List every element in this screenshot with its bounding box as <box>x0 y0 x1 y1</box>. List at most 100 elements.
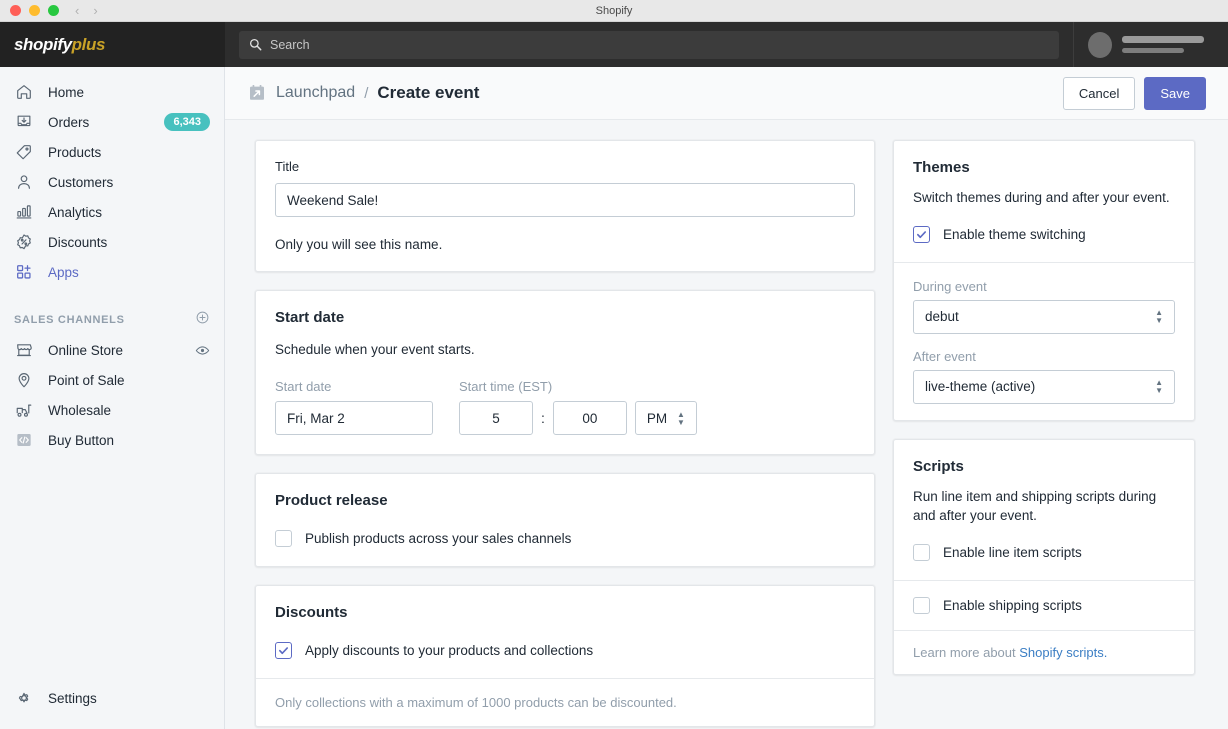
scripts-title: Scripts <box>913 457 964 475</box>
customers-person-icon <box>14 172 34 192</box>
sales-channels-nav: Online Store Point of Sale Wholesale Buy… <box>0 335 224 455</box>
publish-products-label: Publish products across your sales chann… <box>305 531 572 546</box>
publish-products-checkbox-row[interactable]: Publish products across your sales chann… <box>275 530 855 547</box>
discounts-percent-icon <box>14 232 34 252</box>
during-event-value: debut <box>925 309 959 325</box>
search-placeholder-text: Search <box>270 37 310 52</box>
sidebar-item-label: Settings <box>48 690 97 706</box>
sidebar: Home Orders 6,343 Products Customers Ana… <box>0 67 225 729</box>
start-date-input[interactable]: Fri, Mar 2 <box>275 401 433 435</box>
start-hour-input[interactable]: 5 <box>459 401 533 435</box>
apply-discounts-label: Apply discounts to your products and col… <box>305 643 594 658</box>
shipping-scripts-section: Enable shipping scripts <box>894 581 1194 630</box>
buy-button-code-icon <box>14 430 34 450</box>
checkmark-icon <box>279 647 288 655</box>
sidebar-item-discounts[interactable]: Discounts <box>0 227 224 257</box>
scripts-card: Scripts Run line item and shipping scrip… <box>893 438 1195 675</box>
products-tag-icon <box>14 142 34 162</box>
breadcrumb: Launchpad / Create event <box>247 83 479 103</box>
scripts-description: Run line item and shipping scripts durin… <box>913 488 1157 524</box>
stepper-arrows-icon: ▲ ▼ <box>1155 378 1163 396</box>
sidebar-item-label: Buy Button <box>48 432 115 448</box>
window-titlebar: ‹ › Shopify <box>0 0 1228 22</box>
search-area: Search <box>225 30 1073 59</box>
sidebar-item-label: Home <box>48 84 85 100</box>
enable-theme-switching-row[interactable]: Enable theme switching <box>913 225 1175 243</box>
user-menu[interactable] <box>1073 22 1228 67</box>
themes-description: Switch themes during and after your even… <box>913 190 1170 205</box>
enable-shipping-scripts-label: Enable shipping scripts <box>943 597 1082 613</box>
primary-nav: Home Orders 6,343 Products Customers Ana… <box>0 67 224 287</box>
shopify-plus-logo[interactable]: shopifyplus <box>0 22 225 67</box>
enable-shipping-scripts-row[interactable]: Enable shipping scripts <box>913 596 1175 614</box>
themes-card: Themes Switch themes during and after yo… <box>893 140 1195 421</box>
am-pm-value: PM <box>646 410 668 426</box>
breadcrumb-launchpad-link[interactable]: Launchpad <box>276 84 355 102</box>
sidebar-item-point-of-sale[interactable]: Point of Sale <box>0 365 224 395</box>
title-field-label: Title <box>275 159 300 174</box>
sidebar-item-label: Orders <box>48 114 90 130</box>
logo-text-plus: plus <box>71 34 106 54</box>
window-title: Shopify <box>595 4 633 17</box>
start-date-description: Schedule when your event starts. <box>275 342 475 357</box>
sidebar-item-label: Customers <box>48 174 114 190</box>
sidebar-item-apps[interactable]: Apps <box>0 257 224 287</box>
cancel-button[interactable]: Cancel <box>1062 76 1136 110</box>
page-header: Launchpad / Create event Cancel Save <box>225 67 1228 120</box>
header-actions: Cancel Save <box>1062 76 1206 110</box>
sidebar-item-products[interactable]: Products <box>0 137 224 167</box>
sidebar-item-online-store[interactable]: Online Store <box>0 335 224 365</box>
title-input[interactable]: Weekend Sale! <box>275 183 855 217</box>
preview-store-button[interactable] <box>195 343 210 358</box>
enable-line-item-scripts-checkbox[interactable] <box>913 543 930 561</box>
enable-theme-switching-label: Enable theme switching <box>943 226 1086 242</box>
gear-icon <box>14 688 34 708</box>
stepper-arrows-icon: ▲ ▼ <box>1155 308 1163 326</box>
apply-discounts-checkbox[interactable] <box>275 642 292 659</box>
product-release-title: Product release <box>275 492 388 509</box>
discounts-footnote: Only collections with a maximum of 1000 … <box>275 695 677 710</box>
online-store-icon <box>14 340 34 360</box>
during-event-select[interactable]: debut ▲ ▼ <box>913 299 1175 334</box>
start-date-title: Start date <box>275 309 345 326</box>
save-button[interactable]: Save <box>1144 76 1206 110</box>
sidebar-item-buy-button[interactable]: Buy Button <box>0 425 224 455</box>
sidebar-item-home[interactable]: Home <box>0 77 224 107</box>
sidebar-item-label: Apps <box>48 264 79 280</box>
publish-products-checkbox[interactable] <box>275 530 292 547</box>
orders-icon <box>14 112 34 132</box>
start-minute-input[interactable]: 00 <box>552 401 627 435</box>
date-time-row: Start date Fri, Mar 2 Start time (EST) 5… <box>275 379 855 435</box>
apply-discounts-checkbox-row[interactable]: Apply discounts to your products and col… <box>275 642 855 659</box>
am-pm-select[interactable]: PM ▲ ▼ <box>634 401 697 435</box>
enable-line-item-scripts-row[interactable]: Enable line item scripts <box>913 543 1175 561</box>
avatar <box>1088 31 1112 58</box>
shopify-scripts-link[interactable]: Shopify scripts. <box>1019 645 1107 660</box>
themes-title: Themes <box>913 159 970 176</box>
sidebar-item-customers[interactable]: Customers <box>0 167 224 197</box>
sidebar-item-settings[interactable]: Settings <box>0 683 224 713</box>
user-name-placeholder <box>1122 36 1204 53</box>
sidebar-item-label: Discounts <box>48 234 108 250</box>
eye-icon <box>195 345 210 355</box>
enable-shipping-scripts-checkbox[interactable] <box>913 596 930 614</box>
sidebar-item-wholesale[interactable]: Wholesale <box>0 395 224 425</box>
sidebar-item-label: Point of Sale <box>48 372 125 388</box>
after-event-label: After event <box>913 348 976 364</box>
add-sales-channel-button[interactable] <box>195 310 210 330</box>
enable-theme-switching-checkbox[interactable] <box>913 225 930 243</box>
app-topbar: shopifyplus Search <box>0 22 1228 67</box>
orders-count-badge: 6,343 <box>164 112 210 132</box>
wholesale-forklift-icon <box>14 400 34 420</box>
settings-nav: Settings <box>0 683 224 729</box>
checkmark-icon <box>917 230 926 238</box>
logo-text-shopify: shopify <box>14 34 72 54</box>
point-of-sale-pin-icon <box>14 370 34 390</box>
start-time-label: Start time (EST) <box>459 379 553 394</box>
search-input[interactable]: Search <box>239 30 1059 59</box>
after-event-select[interactable]: live-theme (active) ▲ ▼ <box>913 369 1175 404</box>
sidebar-item-orders[interactable]: Orders 6,343 <box>0 107 224 137</box>
sidebar-item-analytics[interactable]: Analytics <box>0 197 224 227</box>
start-date-card: Start date Schedule when your event star… <box>255 290 875 455</box>
page-title: Create event <box>377 83 480 102</box>
